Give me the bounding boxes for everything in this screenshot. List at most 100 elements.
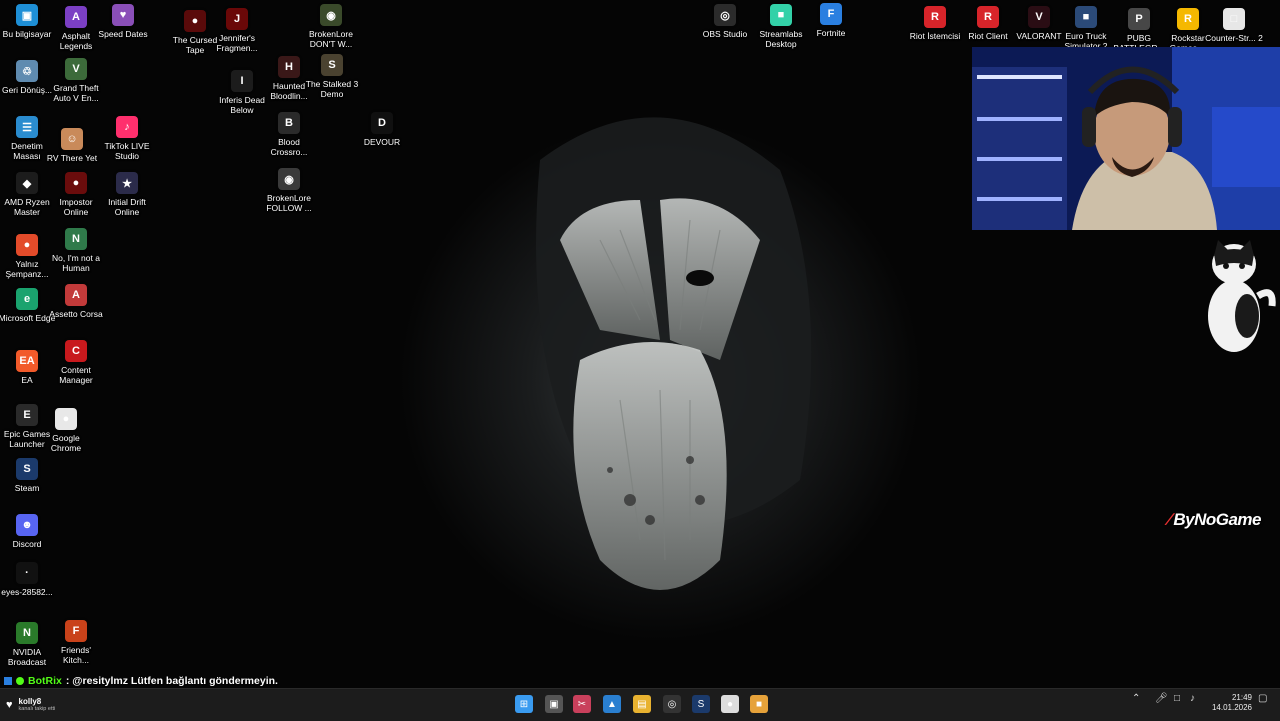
chat-username: BotRix xyxy=(28,675,62,687)
notification-bell-icon[interactable]: ▢ xyxy=(1258,693,1267,704)
desktop-icon-label: No, I'm not a Human xyxy=(52,253,100,273)
desktop-icon[interactable]: ☻ Discord xyxy=(0,514,54,549)
desktop-icon[interactable]: N NVIDIA Broadcast xyxy=(0,622,54,667)
desktop-icon[interactable]: ◆ AMD Ryzen Master xyxy=(0,172,54,217)
desktop-icon[interactable]: ● Yalnız Şempanz... xyxy=(0,234,54,279)
app-icon: E xyxy=(16,404,38,426)
app-icon: C xyxy=(65,340,87,362)
notification-title: kolly8 xyxy=(18,697,42,706)
taskbar-file-explorer-icon[interactable]: ▤ xyxy=(633,695,651,713)
desktop-icon[interactable]: ◉ BrokenLore FOLLOW ... xyxy=(262,168,316,213)
taskbar-task-view-icon[interactable]: ▣ xyxy=(545,695,563,713)
desktop-icon[interactable]: ● Google Chrome xyxy=(39,408,93,453)
desktop-icon-label: DEVOUR xyxy=(363,137,401,147)
desktop-icon[interactable]: V Grand Theft Auto V En... xyxy=(49,58,103,103)
desktop-icon-label: RV There Yet xyxy=(46,153,98,163)
desktop-icon-label: Friends' Kitch... xyxy=(61,645,91,665)
chevron-up-icon[interactable]: ⌃ xyxy=(1132,693,1140,704)
chat-text: : @resitylmz Lütfen bağlantı göndermeyin… xyxy=(65,675,278,687)
microphone-icon[interactable]: 🎤︎ xyxy=(1155,693,1168,704)
volume-icon[interactable]: ♪ xyxy=(1190,693,1195,704)
desktop-icon[interactable]: C Content Manager xyxy=(49,340,103,385)
app-icon: R xyxy=(1177,8,1199,30)
desktop-icon[interactable]: ■ Streamlabs Desktop xyxy=(754,4,808,49)
desktop-icon-label: Impostor Online xyxy=(59,197,93,217)
desktop-icon-label: Discord xyxy=(12,539,42,549)
desktop-icon-label: The Stalked 3 Demo xyxy=(305,79,359,99)
app-icon: ● xyxy=(65,172,87,194)
app-icon: V xyxy=(65,58,87,80)
desktop-icon[interactable]: ♥ Speed Dates xyxy=(96,4,150,39)
desktop-icon[interactable]: N No, I'm not a Human xyxy=(49,228,103,273)
app-icon: J xyxy=(226,8,248,30)
desktop-icon[interactable]: ☺ RV There Yet xyxy=(45,128,99,163)
desktop-icon[interactable]: EA EA xyxy=(0,350,54,385)
app-icon: EA xyxy=(16,350,38,372)
desktop-icon[interactable]: B Blood Crossro... xyxy=(262,112,316,157)
desktop-icon[interactable]: F Fortnite xyxy=(804,3,858,38)
desktop-icon[interactable]: R Riot Client xyxy=(961,6,1015,41)
desktop-icon[interactable]: J Jennifer's Fragmen... xyxy=(210,8,264,53)
taskbar-app-extra-icon[interactable]: ■ xyxy=(750,695,768,713)
desktop-icon[interactable]: A Assetto Corsa xyxy=(49,284,103,319)
app-icon: D xyxy=(371,112,393,134)
taskbar-snipping-tool-icon[interactable]: ✂ xyxy=(573,695,591,713)
app-icon: ■ xyxy=(770,4,792,26)
desktop-icon-label: Content Manager xyxy=(59,365,93,385)
desktop-icon-label: Counter-Str... 2 xyxy=(1205,33,1263,43)
app-icon: ☺ xyxy=(61,128,83,150)
desktop-icon[interactable]: S Steam xyxy=(0,458,54,493)
desktop-icon[interactable]: ★ Initial Drift Online xyxy=(100,172,154,217)
app-icon: F xyxy=(65,620,87,642)
desktop-icon-label: Riot Client xyxy=(968,31,1008,41)
app-icon: e xyxy=(16,288,38,310)
app-icon: V xyxy=(1028,6,1050,28)
app-icon: ● xyxy=(55,408,77,430)
clock-time: 21:49 xyxy=(1231,693,1252,702)
bynogame-watermark: ∕ ByNoGame xyxy=(1168,510,1261,529)
desktop-icon[interactable]: ◉ BrokenLore DON'T W... xyxy=(304,4,358,49)
desktop-icon-label: BrokenLore DON'T W... xyxy=(309,29,353,49)
system-clock[interactable]: 21:49 14.01.2026 xyxy=(1206,693,1252,713)
follow-notification[interactable]: ♥ kolly8 kanalı takip etti xyxy=(6,697,55,712)
desktop-icon[interactable]: F Friends' Kitch... xyxy=(49,620,103,665)
desktop-icon[interactable]: D DEVOUR xyxy=(355,112,409,147)
taskbar-steam-icon[interactable]: S xyxy=(692,695,710,713)
desktop-icon[interactable]: ● Impostor Online xyxy=(49,172,103,217)
desktop-icon-label: Fortnite xyxy=(816,28,846,38)
taskbar-start-icon[interactable]: ⊞ xyxy=(515,695,533,713)
desktop-icon-label: Google Chrome xyxy=(50,433,82,453)
taskbar-photos-icon[interactable]: ▲ xyxy=(603,695,621,713)
desktop-icon[interactable]: □ Counter-Str... 2 xyxy=(1205,8,1263,43)
app-icon: ♥ xyxy=(112,4,134,26)
app-icon: I xyxy=(231,70,253,92)
desktop-icon[interactable]: e Microsoft Edge xyxy=(0,288,55,323)
desktop-icon[interactable]: ◎ OBS Studio xyxy=(698,4,752,39)
desktop-icon[interactable]: I Inferis Dead Below xyxy=(215,70,269,115)
desktop-icon[interactable]: · eyes-28582... xyxy=(0,562,54,597)
desktop-icon[interactable]: ♲ Geri Dönüş... xyxy=(0,60,54,95)
desktop-icon[interactable]: R Riot İstemcisi xyxy=(908,6,962,41)
app-icon: ● xyxy=(16,234,38,256)
taskbar-obs-icon[interactable]: ◎ xyxy=(663,695,681,713)
desktop-icon[interactable]: S The Stalked 3 Demo xyxy=(305,54,359,99)
notification-subtitle: kanalı takip etti xyxy=(18,706,56,712)
desktop-icon[interactable]: ▣ Bu bilgisayar xyxy=(0,4,54,39)
desktop-icon-label: Steam xyxy=(14,483,40,493)
stream-chat-message: BotRix : @resitylmz Lütfen bağlantı gönd… xyxy=(4,675,278,687)
network-icon[interactable]: □ xyxy=(1174,693,1180,704)
desktop-icon[interactable]: ■ Euro Truck Simulator 2 xyxy=(1059,6,1113,51)
app-icon: A xyxy=(65,284,87,306)
desktop-icon-label: Jennifer's Fragmen... xyxy=(216,33,258,53)
app-icon: · xyxy=(16,562,38,584)
app-icon: S xyxy=(321,54,343,76)
clock-date: 14.01.2026 xyxy=(1211,703,1252,712)
desktop-icon[interactable]: ♪ TikTok LIVE Studio xyxy=(100,116,154,161)
app-icon: S xyxy=(16,458,38,480)
app-icon: R xyxy=(977,6,999,28)
app-icon: N xyxy=(65,228,87,250)
app-icon: ♲ xyxy=(16,60,38,82)
app-icon: ☰ xyxy=(16,116,38,138)
app-icon: ◉ xyxy=(320,4,342,26)
taskbar-chrome-icon[interactable]: ● xyxy=(721,695,739,713)
